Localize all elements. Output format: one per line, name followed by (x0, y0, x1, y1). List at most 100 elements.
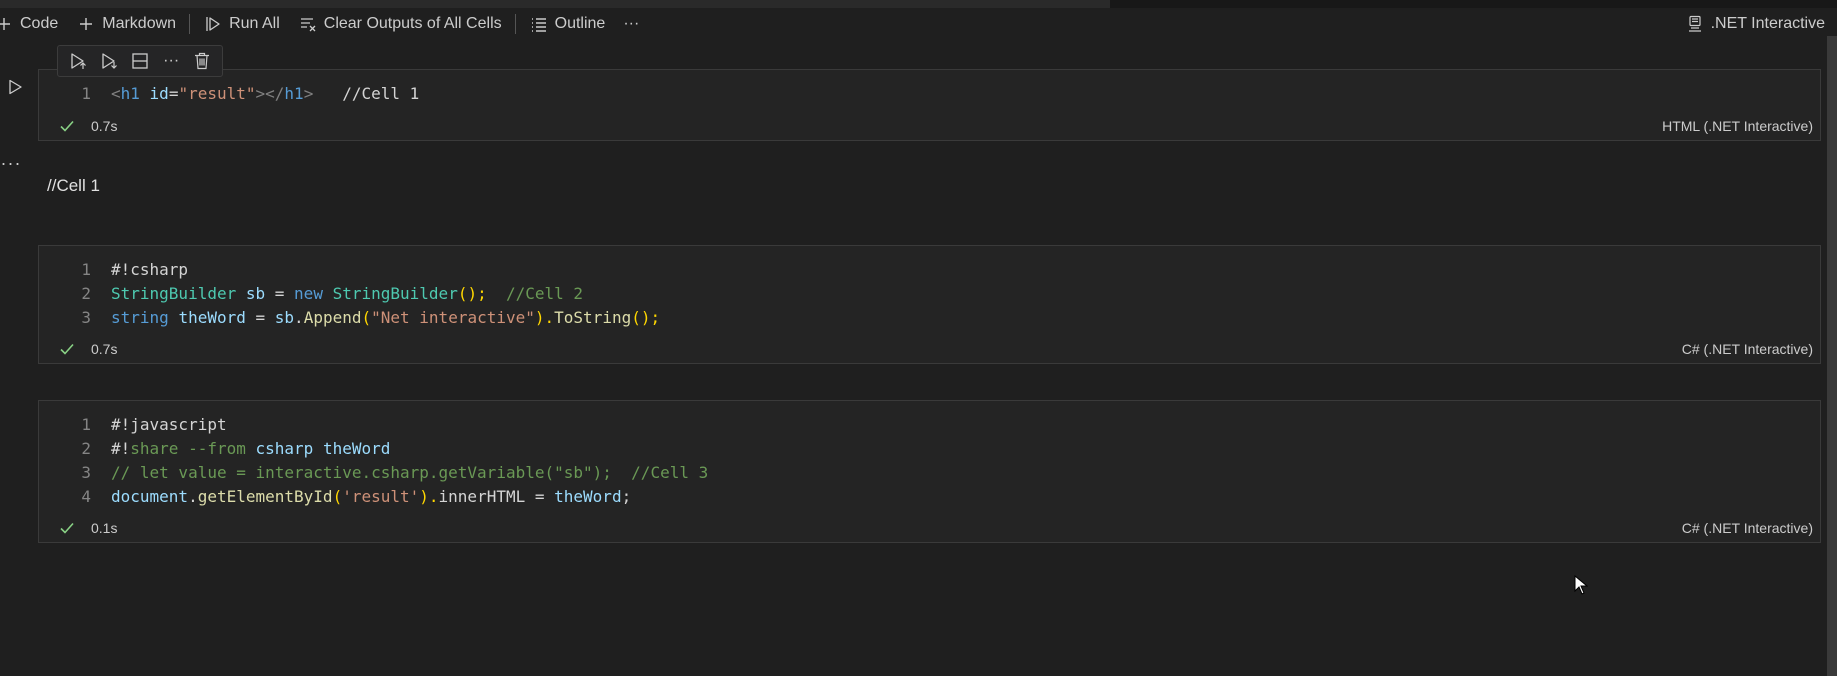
cell-language-picker[interactable]: HTML (.NET Interactive) (1662, 112, 1813, 140)
code-token: = (265, 284, 295, 303)
code-text: <h1 id="result"></h1> //Cell 1 (111, 82, 419, 106)
clear-outputs-button[interactable]: Clear Outputs of All Cells (289, 8, 511, 40)
code-token: StringBuilder (332, 284, 458, 303)
kernel-picker[interactable]: .NET Interactive (1685, 8, 1825, 40)
line-number: 3 (81, 463, 91, 482)
code-line: 2 StringBuilder sb = new StringBuilder();… (39, 282, 1820, 306)
cell-status-bar: 0.7s C# (.NET Interactive) (39, 335, 1820, 363)
kernel-label: .NET Interactive (1710, 15, 1825, 32)
check-icon (59, 340, 77, 358)
more-actions-button[interactable]: ··· (614, 8, 648, 40)
split-icon (132, 53, 148, 69)
code-token: ( (332, 487, 343, 506)
output-more-button[interactable]: ··· (0, 152, 22, 174)
add-markdown-cell-label: Markdown (102, 15, 177, 32)
plus-icon (0, 14, 14, 34)
add-code-cell-button[interactable]: Code (0, 8, 67, 40)
code-token: theWord (554, 487, 622, 506)
trash-icon (195, 52, 210, 70)
delete-cell-button[interactable] (188, 48, 216, 74)
code-token: sb (274, 308, 295, 327)
execution-duration: 0.7s (91, 118, 118, 134)
code-line: 4 document.getElementById('result').inner… (39, 485, 1820, 509)
code-line: 3 string theWord = sb.Append("Net interac… (39, 306, 1820, 330)
toolbar-separator (514, 14, 516, 34)
code-line: 3 // let value = interactive.csharp.getVa… (39, 461, 1820, 485)
code-token: 'result' (342, 487, 420, 506)
execution-duration: 0.1s (91, 520, 118, 536)
code-token: > (255, 84, 266, 103)
code-token: h1 (120, 84, 140, 103)
code-token: = (525, 487, 555, 506)
notebook-toolbar: Code Markdown Run All Clear Outputs of A… (0, 8, 1837, 40)
clear-all-icon (298, 14, 318, 34)
execute-above-button[interactable] (64, 48, 92, 74)
code-cell-3[interactable]: 1 #!javascript 2 #!share --from csharp the… (38, 400, 1821, 543)
cell-toolbar: ··· (57, 45, 223, 77)
code-line: 2 #!share --from csharp theWord (39, 437, 1820, 461)
cell-more-button[interactable]: ··· (157, 48, 185, 74)
execution-duration: 0.7s (91, 341, 118, 357)
split-cell-button[interactable] (126, 48, 154, 74)
cell-status-bar: 0.7s HTML (.NET Interactive) (39, 112, 1820, 140)
code-token: // let value = interactive.csharp.getVar… (111, 463, 709, 482)
scrollbar-thumb[interactable] (1827, 36, 1837, 676)
code-token: document (111, 487, 189, 506)
code-token: #!javascript (111, 415, 227, 434)
code-cell-1[interactable]: 1 <h1 id="result"></h1> //Cell 1 0.7s HTM… (38, 69, 1821, 141)
outline-button[interactable]: Outline (520, 8, 615, 40)
code-line: 1 <h1 id="result"></h1> //Cell 1 (39, 82, 1820, 106)
code-token: getElementById (197, 487, 333, 506)
cell-language-picker[interactable]: C# (.NET Interactive) (1682, 335, 1813, 363)
cell-editor[interactable]: 1 #!csharp 2 StringBuilder sb = new String… (39, 246, 1820, 330)
execute-below-button[interactable] (95, 48, 123, 74)
ellipsis-icon: ··· (623, 15, 640, 32)
add-code-cell-label: Code (20, 15, 59, 32)
code-token: </ (265, 84, 285, 103)
code-token: = (168, 84, 179, 103)
code-text: // let value = interactive.csharp.getVar… (111, 461, 708, 485)
code-token: #!csharp (111, 260, 189, 279)
code-token: csharp (255, 439, 314, 458)
cell-editor[interactable]: 1 #!javascript 2 #!share --from csharp the… (39, 401, 1820, 509)
run-all-button[interactable]: Run All (194, 8, 289, 40)
code-token: . (294, 308, 304, 327)
run-all-icon (203, 14, 223, 34)
code-token: h1 (284, 84, 304, 103)
play-icon (9, 79, 22, 95)
code-token: theWord (322, 439, 391, 458)
kernel-icon (1685, 14, 1705, 34)
check-icon (59, 117, 77, 135)
code-token: //Cell 1 (313, 84, 420, 103)
code-token: < (111, 84, 121, 103)
code-token: ToString (554, 308, 632, 327)
code-token: "result" (178, 84, 256, 103)
code-token: #! (111, 439, 131, 458)
cell-editor[interactable]: 1 <h1 id="result"></h1> //Cell 1 (39, 70, 1820, 106)
cell-language-picker[interactable]: C# (.NET Interactive) (1682, 514, 1813, 542)
add-markdown-cell-button[interactable]: Markdown (67, 8, 185, 40)
code-token: "Net interactive" (371, 308, 535, 327)
code-line: 1 #!csharp (39, 258, 1820, 282)
plus-icon (76, 14, 96, 34)
code-token: (); (457, 284, 487, 303)
code-token: innerHTML (438, 487, 526, 506)
vertical-scrollbar[interactable] (1827, 36, 1837, 676)
outline-label: Outline (554, 15, 606, 32)
code-token: //Cell 2 (506, 284, 584, 303)
code-text: #!csharp (111, 258, 188, 282)
line-number: 1 (81, 260, 91, 279)
code-token: new (294, 284, 323, 303)
code-token: ). (534, 308, 555, 327)
run-all-label: Run All (229, 15, 280, 32)
code-token: string (111, 308, 169, 327)
line-number: 1 (81, 415, 91, 434)
run-cell-button[interactable] (4, 76, 26, 98)
code-cell-2[interactable]: 1 #!csharp 2 StringBuilder sb = new String… (38, 245, 1821, 364)
ellipsis-icon: ··· (0, 152, 22, 173)
title-strip (0, 0, 1837, 8)
